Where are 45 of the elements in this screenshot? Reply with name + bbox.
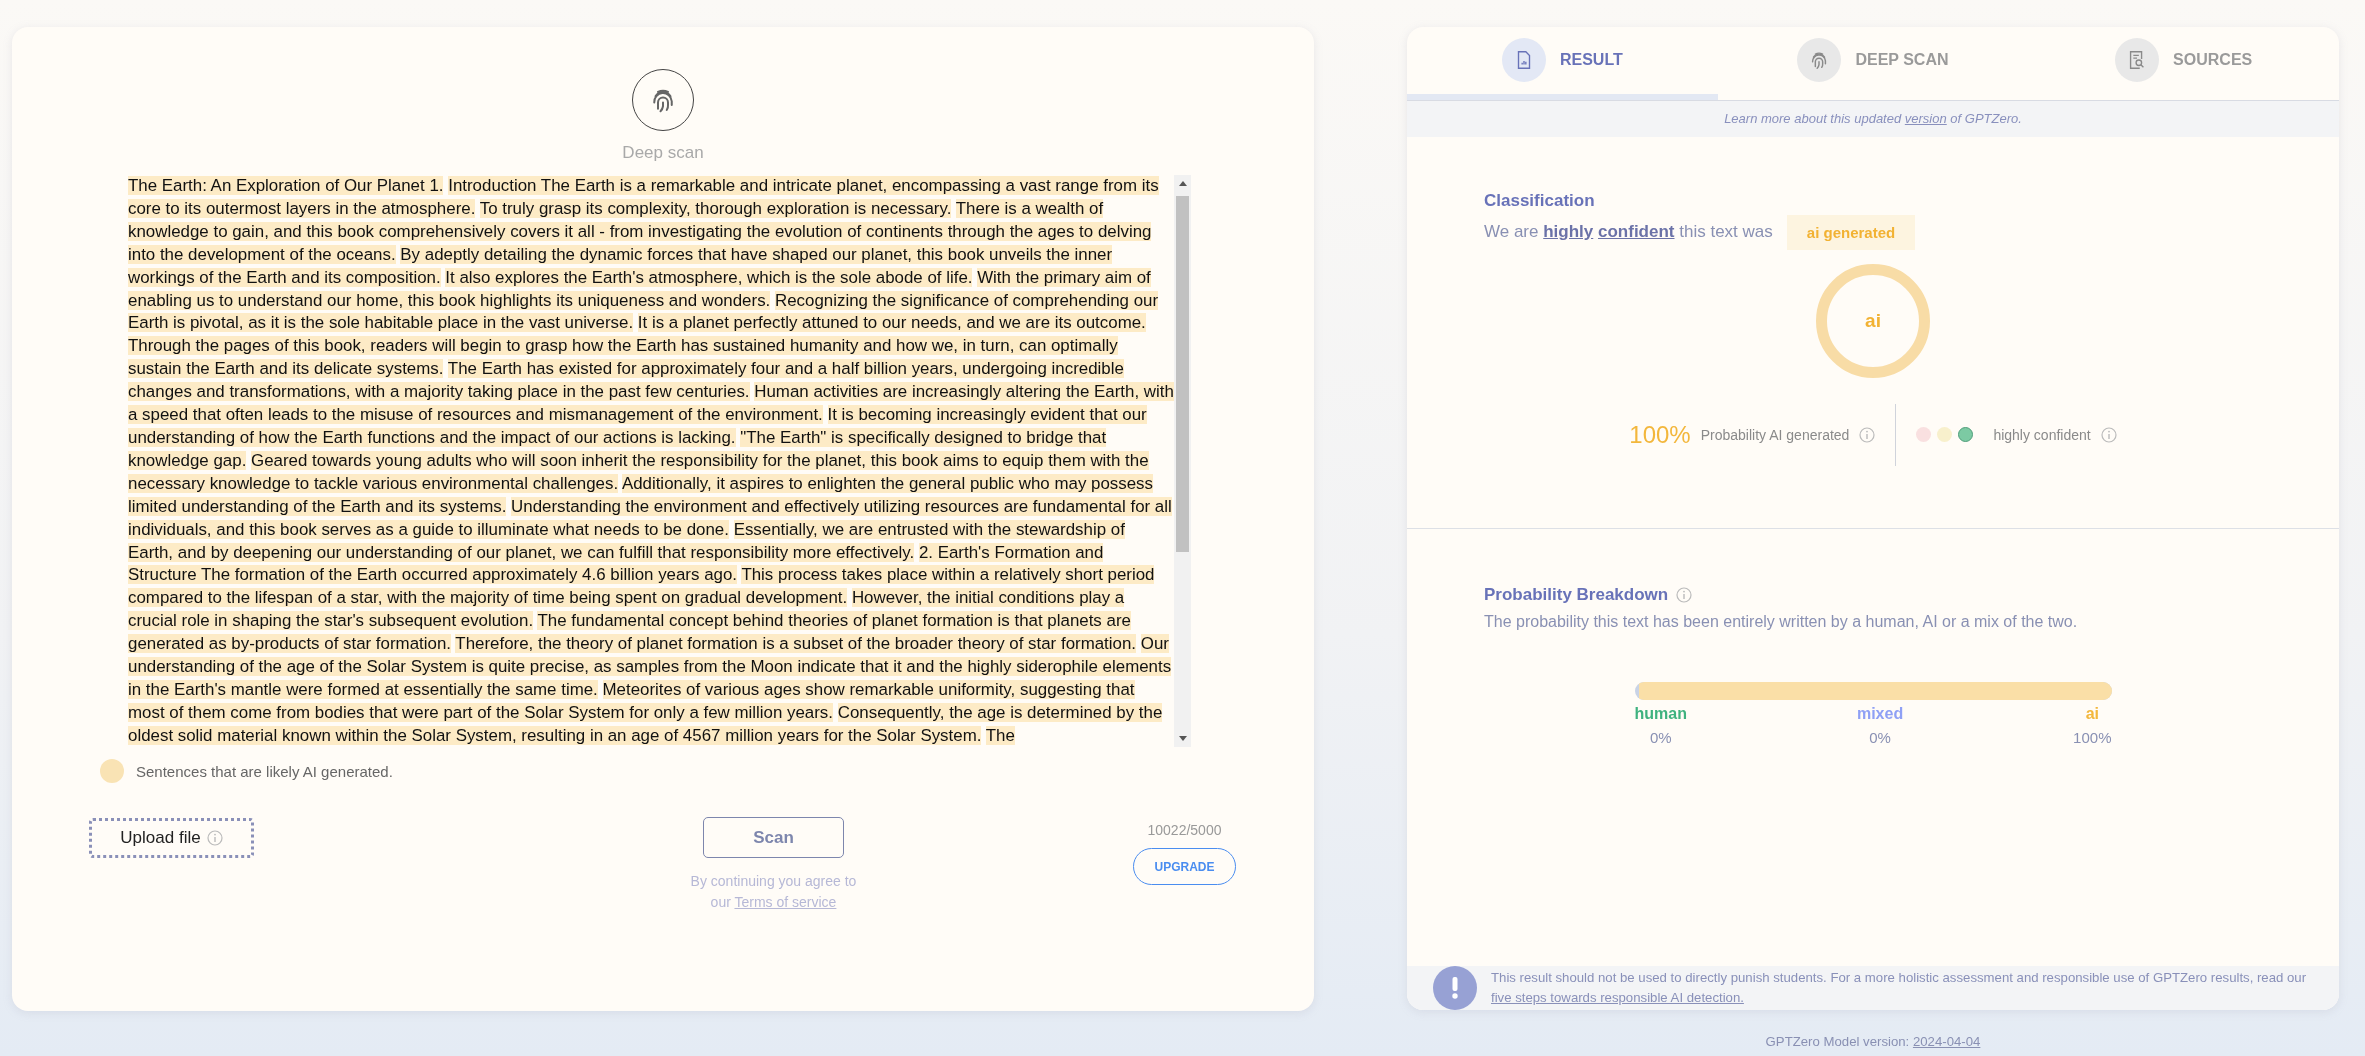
category-label: mixed bbox=[1856, 705, 1904, 724]
responsible-ai-link[interactable]: five steps towards responsible AI detection. bbox=[1491, 990, 1744, 1005]
model-version-text: GPTZero Model version: 2024-04-04 bbox=[1765, 1034, 1981, 1049]
category-value: 0% bbox=[1649, 729, 1672, 747]
category-label: ai bbox=[2085, 705, 2099, 724]
confidence-label: highly confident bbox=[1993, 426, 2091, 443]
section-description: The probability this text has been entirely written by a human, AI or a mix of the two. bbox=[1484, 613, 2079, 632]
classification-sentence: We are highly confident this text was bbox=[1484, 222, 1773, 243]
tab-label: DEEP SCAN bbox=[1855, 51, 1949, 70]
terms-notice: By continuing you agree to our Terms of service bbox=[689, 872, 858, 912]
tab-label: RESULT bbox=[1559, 51, 1623, 70]
legend-text: Sentences that are likely AI generated. bbox=[136, 762, 393, 780]
tab[interactable]: SOURCES bbox=[2028, 27, 2339, 100]
legend-dot bbox=[100, 759, 124, 783]
upload-file-button[interactable]: Upload file bbox=[89, 818, 254, 858]
info-icon bbox=[2100, 426, 2117, 443]
info-icon bbox=[1676, 587, 1693, 604]
essay-text: The Earth: An Exploration of Our Planet 1. Introduction The Earth is a remarkable and intricate planet, encompassing a vast range from its core to its outermost layers in the atmosphere. To truly grasp its complexity, thorough exploration is necessary. There is a wealth of knowledge to gain, and this book comprehensively covers it all - from investigating the evolution of continents through the ages to delving into the development of the oceans. By adeptly detailing the dynamic forces that have shaped our planet, this book unveils the inner workings of the Earth and its composition. It also explores the Earth's atmosphere, which is the sole abode of life. With the primary aim of enabling us to understand our home, this book highlights its uniqueness and wonders. Recognizing the significance of comprehending our Earth is pivotal, as it is the sole habitable place in the vast universe. It is a planet perfectly attuned to our needs, and we are its outcome. Through the pages of this book, readers will begin to grasp how the Earth has sustained humanity and how we, in turn, can optimally sustain the Earth and its delicate systems. The Earth has existed for approximately four and a half billion years, undergoing incredible changes and transformations, with a majority taking place in the past few centuries. Human activities are increasingly altering the Earth, with a speed that often leads to the misuse of resources and mismanagement of the environment. It is becoming increasingly evident that our understanding of how the Earth functions and the impact of our actions is lacking. "The Earth" is specifically designed to bridge that knowledge gap. Geared towards young adults who will soon inherit the responsibility for the planet, this book aims to equip them with the necessary knowledge to tackle various environmental challenges. Additionally, it aspires to enlighten the general public who may possess limited understanding of the Earth and its systems. Understanding the environment and effectively utilizing resources are fundamental for all individuals, and this book serves as a guide to illuminate what needs to be done. Essentially, we are entrusted with the stewardship of Earth, and by deepening our understanding of our planet, we can fulfill that responsibility more effectively. 2. Earth's Formation and Structure The formation of the Earth occurred approximately 4.6 billion years ago. This process takes place within a relatively short period compared to the lifespan of a star, with the majority of time being spent on gradual development. However, the initial conditions play a crucial role in shaping the star's subsequent evolution. The fundamental concept behind theories of planet formation is that planets are generated as by-products of star formation. Therefore, the theory of planet formation is a subset of the broader theory of star formation. Our understanding of the age of the Solar System is quite precise, as samples from the Moon indicate that it and the highly siderophile elements in the Earth's mantle were formed at essentially the same time. Meteorites of various ages show remarkable uniformity, suggesting that most of them come from bodies that were part of the Solar System for only a few million years. Consequently, the age is determined by the oldest solid material known within the Solar System, resulting in an age of 4567 million years for the Solar System. The bbox=[128, 175, 1174, 747]
scan-button[interactable]: Scan bbox=[703, 817, 844, 858]
ring-label: ai bbox=[1865, 309, 1881, 332]
deep-scan-label: Deep scan bbox=[622, 143, 704, 163]
version-date-link[interactable]: 2024-04-04 bbox=[1912, 1034, 1981, 1049]
terms-link[interactable]: Terms of service bbox=[734, 894, 837, 910]
link[interactable]: highly bbox=[1543, 222, 1594, 242]
word-count: 10022/5000 bbox=[1147, 822, 1222, 838]
info-icon bbox=[206, 830, 223, 846]
category-value: 0% bbox=[1869, 729, 1891, 747]
scroll-up-arrow-icon[interactable] bbox=[1178, 181, 1187, 186]
section-title: Probability Breakdown bbox=[1484, 585, 1669, 606]
category-label: human bbox=[1634, 705, 1687, 724]
section-title: Classification bbox=[1484, 190, 1596, 211]
link[interactable]: confident bbox=[1598, 222, 1675, 242]
info-icon bbox=[1859, 426, 1876, 443]
tab[interactable]: DEEP SCAN bbox=[1717, 27, 2029, 100]
result-badge: ai generated bbox=[1786, 214, 1916, 250]
probability-value: 100% bbox=[1629, 420, 1691, 449]
probability-label: Probability AI generated bbox=[1700, 426, 1850, 443]
scrollbar[interactable] bbox=[1174, 175, 1191, 747]
scrollbar-thumb[interactable] bbox=[1176, 196, 1189, 552]
scroll-down-arrow-icon[interactable] bbox=[1178, 736, 1187, 741]
tab-label: SOURCES bbox=[2173, 51, 2253, 70]
version-link[interactable]: version bbox=[1904, 111, 1947, 127]
banner-text: Learn more about this updated version of GPTZero. bbox=[1724, 111, 2022, 127]
category-value: 100% bbox=[2073, 729, 2112, 747]
notice-text: This result should not be used to directly punish students. For a more holistic assessment and responsible use of GPTZero results, read our five steps towards responsible AI detection. bbox=[1491, 969, 2308, 1007]
